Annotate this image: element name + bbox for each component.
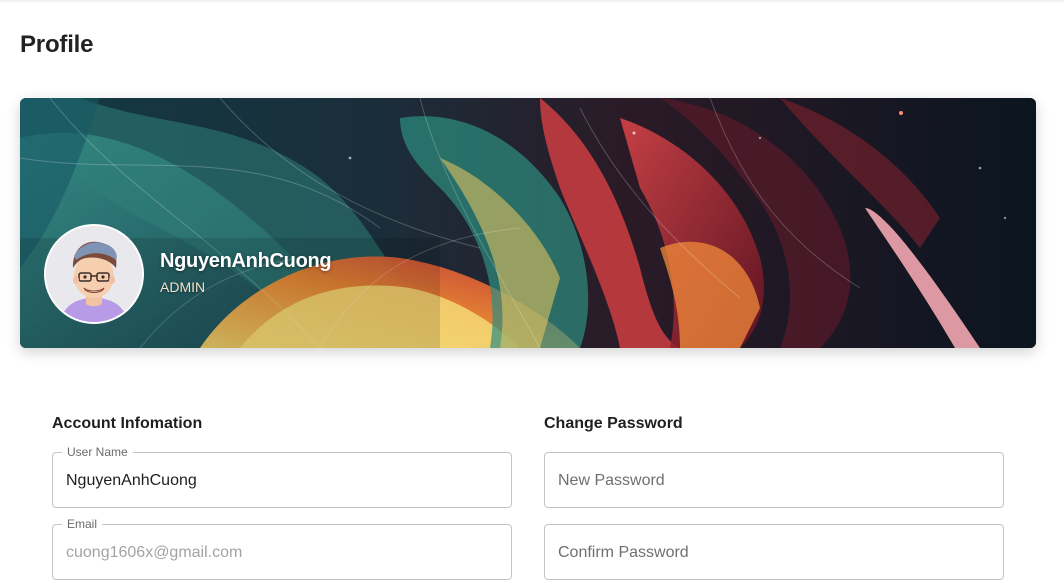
new-password-input[interactable]: New Password [558, 471, 665, 491]
username-input[interactable]: NguyenAnhCuong [66, 471, 197, 491]
email-label: Email [62, 517, 103, 531]
profile-role: ADMIN [160, 279, 206, 295]
profile-banner: NguyenAnhCuong ADMIN [20, 98, 1036, 348]
avatar-icon [46, 226, 142, 322]
username-field[interactable]: User Name NguyenAnhCuong [52, 445, 512, 508]
user-avatar[interactable] [44, 224, 144, 324]
banner-abstract-art [20, 98, 1036, 348]
confirm-password-field[interactable]: Confirm Password [544, 524, 1004, 580]
email-input[interactable]: cuong1606x@gmail.com [66, 543, 242, 563]
email-field[interactable]: Email cuong1606x@gmail.com [52, 517, 512, 580]
username-label: User Name [62, 445, 133, 459]
confirm-password-input[interactable]: Confirm Password [558, 543, 689, 563]
page-title: Profile [20, 31, 94, 58]
password-section-title: Change Password [544, 415, 683, 432]
top-divider [0, 0, 1064, 3]
new-password-field[interactable]: New Password [544, 452, 1004, 508]
account-section-title: Account Infomation [52, 415, 203, 432]
profile-name: NguyenAnhCuong [160, 250, 332, 272]
